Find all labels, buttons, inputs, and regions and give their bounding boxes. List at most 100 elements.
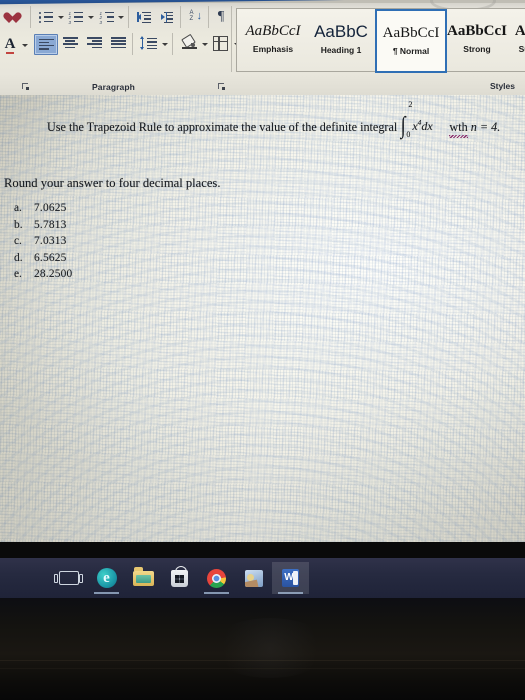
choice-value: 6.5625 (34, 251, 67, 264)
multilevel-list-button[interactable]: 123 (98, 10, 114, 24)
shading-chevron-down-icon[interactable] (202, 43, 208, 46)
choice-value: 7.0313 (34, 235, 67, 248)
misspelled-word: wth (449, 120, 468, 138)
screen-moire-overlay (0, 95, 525, 542)
align-right-button[interactable] (84, 35, 104, 51)
differential: dx (421, 119, 433, 133)
align-left-button[interactable] (34, 34, 58, 55)
choice-value: 28.2500 (34, 268, 73, 281)
screen-moire-overlay-2 (0, 95, 525, 542)
align-left-icon (38, 38, 54, 51)
store-bag-icon (171, 565, 188, 587)
sort-az-icon: A Z ↓ (189, 10, 203, 22)
borders-grid-icon (213, 35, 228, 51)
group-divider (231, 6, 232, 72)
laptop-display-area: 123 123 A Z ↓ ¶ A Paragraph AaBbCcI Emph… (0, 0, 525, 600)
bullets-chevron-down-icon[interactable] (58, 16, 64, 19)
list-item[interactable]: a. 7.0625 (10, 202, 72, 214)
instruction-line: Round your answer to four decimal places… (4, 176, 221, 190)
choice-key: c. (14, 235, 22, 248)
word-icon: W (282, 569, 299, 587)
laptop-bezel-below-screen (0, 598, 525, 700)
taskbar-item-microsoft-edge[interactable]: e (88, 562, 125, 594)
align-center-icon (62, 37, 78, 49)
bezel-highlight-line (0, 660, 525, 661)
definite-integral: ∫ 2 0 x4dx (400, 100, 446, 139)
folder-icon (133, 567, 154, 586)
decrease-indent-button[interactable] (136, 10, 152, 24)
increase-indent-icon (159, 11, 173, 24)
style-preview: AaBbCcI (382, 25, 440, 41)
taskbar-item-microsoft-store[interactable] (161, 562, 198, 594)
format-painter-button[interactable] (6, 10, 24, 26)
divider (172, 33, 173, 55)
list-item[interactable]: e. 28.2500 (10, 268, 72, 280)
line-spacing-chevron-down-icon[interactable] (162, 43, 168, 46)
bullets-button[interactable] (38, 10, 54, 24)
style-label: Heading 1 (320, 45, 362, 55)
integral-upper-limit: 2 (408, 100, 413, 109)
pilcrow-icon: ¶ (217, 9, 225, 24)
style-preview: AaBbCcI (245, 23, 301, 39)
paragraph-dialog-launcher[interactable] (22, 83, 29, 90)
taskbar-icon-row: e W (0, 558, 525, 598)
increase-indent-button[interactable] (158, 10, 174, 24)
align-center-button[interactable] (60, 35, 80, 51)
taskbar-item-photos-app[interactable] (235, 562, 272, 594)
taskbar-item-microsoft-word[interactable]: W (272, 562, 309, 594)
text-effects-button[interactable]: A (2, 35, 18, 54)
style-item-strong[interactable]: AaBbCcI Strong (443, 10, 511, 68)
document-page[interactable]: Use the Trapezoid Rule to approximate th… (0, 95, 525, 542)
decrease-indent-icon (137, 11, 151, 24)
photo-vignette (0, 95, 525, 542)
answer-choices-list: a. 7.0625 b. 5.7813 c. 7.0313 d. 6.5625 … (10, 202, 72, 285)
styles-gallery: AaBbCcI Emphasis AaBbC Heading 1 AaBbCcI… (236, 8, 525, 73)
text-effects-chevron-down-icon[interactable] (22, 44, 28, 47)
line-spacing-icon (140, 36, 157, 50)
edge-icon: e (96, 568, 117, 588)
choice-key: e. (14, 268, 22, 281)
style-preview: AaBbC (314, 22, 368, 41)
justify-button[interactable] (108, 35, 128, 51)
question-line: Use the Trapezoid Rule to approximate th… (47, 100, 501, 139)
shading-button[interactable] (180, 33, 198, 51)
paragraph-dialog-launcher-right[interactable] (218, 83, 225, 90)
show-formatting-marks-button[interactable]: ¶ (214, 9, 228, 25)
taskbar-item-task-view[interactable] (50, 562, 87, 594)
style-item-emphasis[interactable]: AaBbCcI Emphasis (239, 10, 307, 68)
divider (180, 6, 181, 28)
styles-group-label: Styles (489, 81, 515, 91)
screen-moire-overlay-3 (0, 95, 525, 542)
choice-value: 5.7813 (34, 218, 67, 231)
style-label: Emphasis (252, 44, 294, 54)
taskbar-item-google-chrome[interactable] (198, 562, 235, 594)
numbering-button[interactable]: 123 (68, 10, 84, 24)
list-item[interactable]: c. 7.0313 (10, 235, 72, 247)
style-item-normal[interactable]: AaBbCcI ¶ Normal (375, 9, 447, 73)
integral-lower-limit: 0 (406, 130, 411, 139)
style-item-heading-1[interactable]: AaBbC Heading 1 (307, 10, 375, 68)
heart-icon (8, 12, 22, 25)
style-preview: Aa (514, 23, 525, 39)
choice-value: 7.0625 (34, 202, 67, 214)
list-item[interactable]: b. 5.7813 (10, 219, 72, 231)
question-suffix: n = 4. (470, 120, 501, 134)
chrome-icon (207, 568, 226, 588)
paragraph-group-label: Paragraph (92, 82, 135, 92)
photo-of-laptop-screen: 123 123 A Z ↓ ¶ A Paragraph AaBbCcI Emph… (0, 0, 525, 700)
choice-key: a. (14, 202, 22, 214)
line-spacing-button[interactable] (140, 35, 158, 51)
bezel-highlight-line-2 (0, 668, 525, 669)
divider (132, 33, 133, 55)
sort-button[interactable]: A Z ↓ (188, 10, 204, 24)
bezel-reflection (210, 618, 330, 678)
style-label: Su (518, 44, 525, 54)
multilevel-chevron-down-icon[interactable] (118, 16, 124, 19)
taskbar-item-file-explorer[interactable] (125, 562, 162, 594)
numbering-chevron-down-icon[interactable] (88, 16, 94, 19)
question-text: Use the Trapezoid Rule to approximate th… (47, 120, 398, 134)
style-item-subtitle[interactable]: Aa Su (509, 10, 525, 68)
borders-button[interactable] (212, 35, 229, 51)
photo-app-icon (244, 569, 263, 587)
list-item[interactable]: d. 6.5625 (10, 252, 72, 264)
